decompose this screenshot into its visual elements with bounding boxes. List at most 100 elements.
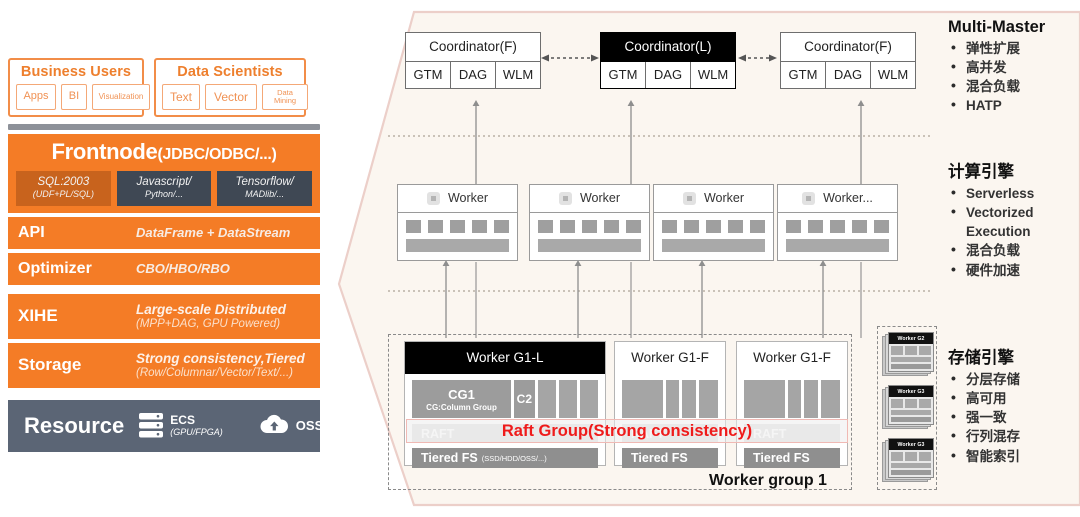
rack-worker-g2[interactable]: Worker G2 — [882, 332, 934, 376]
worker-node-1[interactable]: Worker — [397, 184, 518, 261]
worker-node-4[interactable]: Worker... — [777, 184, 898, 261]
annotation-multi-master: Multi-Master 弹性扩展 高并发 混合负载 HATP — [948, 18, 1080, 116]
worker-cell — [494, 220, 509, 233]
layer-storage[interactable]: Storage Strong consistency,Tiered (Row/C… — [8, 342, 320, 388]
column-group-blank — [698, 380, 718, 418]
worker-cell-row — [406, 220, 509, 233]
coordinator-cell-wlm[interactable]: WLM — [691, 62, 735, 88]
frontnode-chip-javascript[interactable]: Javascript/ Python/... — [116, 171, 212, 206]
rack-cell-row — [889, 344, 933, 355]
coordinator-cell-dag[interactable]: DAG — [646, 62, 691, 88]
annotation-list: 弹性扩展 高并发 混合负载 HATP — [948, 38, 1080, 116]
coordinator-cell-wlm[interactable]: WLM — [496, 62, 540, 88]
coordinator-leader[interactable]: Coordinator(L) GTM DAG WLM — [600, 32, 736, 89]
persona-business-users[interactable]: Business Users Apps BI Visualization — [8, 58, 150, 117]
layer-label: Optimizer — [18, 259, 92, 277]
column-group-blank — [787, 380, 802, 418]
persona-data-scientists[interactable]: Data Scientists Text Vector Data Mining — [154, 58, 308, 117]
column-group-blank — [820, 380, 840, 418]
rack-cell — [918, 452, 931, 461]
column-group-c2[interactable]: C2 — [514, 380, 535, 418]
worker-g1-title: Worker G1-F — [631, 350, 709, 365]
persona-title: Business Users — [20, 64, 132, 80]
worker-cell — [874, 220, 889, 233]
rack-cell-row — [889, 450, 933, 461]
frontnode-chip-sql[interactable]: SQL:2003 (UDF+PL/SQL) — [16, 171, 111, 206]
annotation-item: 混合负载 — [948, 240, 1080, 260]
annotation-storage-engine: 存储引擎 分层存储 高可用 强一致 行列混存 智能索引 — [948, 344, 1080, 466]
worker-g1-leader[interactable]: Worker G1-L CG1 CG:Column Group C2 RAFT … — [404, 341, 606, 468]
chip-text[interactable]: Text — [162, 84, 200, 110]
worker-chip-icon — [802, 191, 816, 205]
resource-oss[interactable]: OSS — [259, 414, 323, 438]
coordinator-cells: GTM DAG WLM — [781, 62, 915, 88]
frontnode-title-main: Frontnode — [51, 139, 158, 164]
worker-g1-title: Worker G1-L — [405, 342, 605, 374]
coordinator-cell-gtm[interactable]: GTM — [781, 62, 826, 88]
layer-value-line-2: (MPP+DAG, GPU Powered) — [136, 317, 281, 330]
coordinator-cells: GTM DAG WLM — [601, 62, 735, 88]
column-group-blank — [558, 380, 577, 418]
worker-node-3[interactable]: Worker — [653, 184, 774, 261]
rack-worker-g3[interactable]: Worker G3 — [882, 385, 934, 429]
raft-group-overlay: Raft Group(Strong consistency) — [406, 419, 848, 443]
worker-g1-follower-1[interactable]: Worker G1-F RAFT Tiered FS — [614, 341, 726, 468]
worker-label: Worker — [579, 191, 621, 205]
coordinator-cell-wlm[interactable]: WLM — [871, 62, 915, 88]
rack-worker-g3-alt[interactable]: Worker G3 — [882, 438, 934, 482]
worker-cell — [626, 220, 641, 233]
rack-cell — [918, 399, 931, 408]
coordinator-cell-dag[interactable]: DAG — [826, 62, 871, 88]
tiered-fs-strip: Tiered FS — [622, 448, 718, 468]
layer-resource[interactable]: Resource ECS (GPU/FPGA) OSS — [8, 399, 323, 452]
annotation-item: 高可用 — [948, 388, 1080, 408]
chip-visualization[interactable]: Visualization — [92, 84, 150, 110]
chip-bi[interactable]: BI — [61, 84, 87, 110]
layer-label: API — [18, 223, 45, 241]
coordinator-cell-dag[interactable]: DAG — [451, 62, 496, 88]
raft-group-label: Raft Group(Strong consistency) — [501, 421, 753, 440]
tiered-fs-sublabel: (SSD/HDD/OSS/...) — [481, 453, 547, 463]
worker-cell — [428, 220, 443, 233]
annotation-title: 计算引擎 — [948, 163, 1014, 181]
rack-bar — [891, 363, 931, 369]
annotation-item: 混合负载 — [948, 76, 1080, 96]
worker-g1-follower-2[interactable]: Worker G1-F RAFT Tiered FS — [736, 341, 848, 468]
chip-data-mining[interactable]: Data Mining — [262, 84, 308, 110]
worker-label: Worker — [447, 191, 489, 205]
worker-cell — [472, 220, 487, 233]
layer-xihe[interactable]: XIHE Large-scale Distributed (MPP+DAG, G… — [8, 293, 320, 339]
worker-cell — [706, 220, 721, 233]
worker-group-caption: Worker group 1 — [709, 472, 827, 489]
column-group-cg1[interactable]: CG1 CG:Column Group — [412, 380, 511, 418]
resource-label: Resource — [24, 412, 125, 438]
worker-node-2[interactable]: Worker — [529, 184, 650, 261]
column-group-row — [744, 380, 840, 418]
layer-frontnode[interactable]: Frontnode(JDBC/ODBC/...) SQL:2003 (UDF+P… — [8, 134, 320, 213]
layer-optimizer[interactable]: Optimizer CBO/HBO/RBO — [8, 252, 320, 285]
chip-apps[interactable]: Apps — [16, 84, 56, 110]
layer-api[interactable]: API DataFrame + DataStream — [8, 216, 320, 249]
chip-vector[interactable]: Vector — [205, 84, 257, 110]
rack-bar — [891, 357, 931, 362]
frontnode-chip-list: SQL:2003 (UDF+PL/SQL) Javascript/ Python… — [16, 171, 313, 206]
worker-cell — [604, 220, 619, 233]
annotation-item: HATP — [948, 95, 1080, 115]
cg-name: CG1 — [448, 386, 475, 402]
tiered-fs-label: Tiered FS — [421, 451, 478, 465]
rack-cell — [891, 452, 904, 461]
frontnode-chip-tensorflow[interactable]: Tensorflow/ MADlib/... — [217, 171, 313, 206]
resource-ecs[interactable]: ECS (GPU/FPGA) — [138, 411, 223, 441]
coordinator-follower-right[interactable]: Coordinator(F) GTM DAG WLM — [780, 32, 916, 89]
coordinator-follower-left[interactable]: Coordinator(F) GTM DAG WLM — [405, 32, 541, 89]
ecs-text: ECS (GPU/FPGA) — [170, 414, 223, 437]
worker-storage-bar — [406, 239, 509, 252]
coordinator-cell-gtm[interactable]: GTM — [406, 62, 451, 88]
worker-cell — [662, 220, 677, 233]
rack-cell — [918, 346, 931, 355]
column-group-blank — [682, 380, 696, 418]
worker-header: Worker — [398, 185, 517, 213]
worker-body — [398, 213, 517, 260]
worker-cell — [560, 220, 575, 233]
coordinator-cell-gtm[interactable]: GTM — [601, 62, 646, 88]
